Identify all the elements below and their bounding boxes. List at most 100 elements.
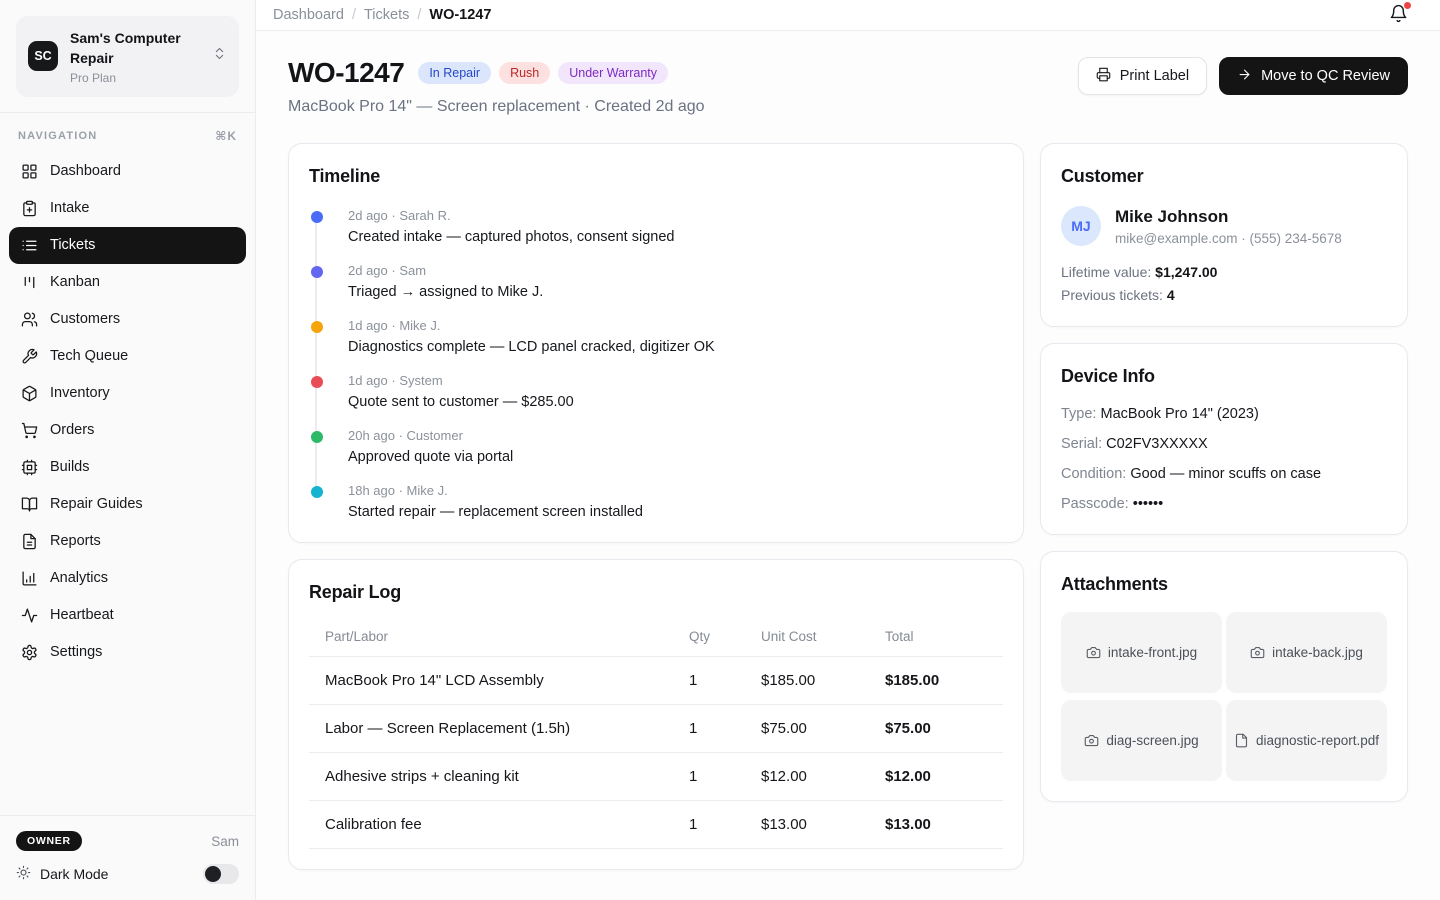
package-icon	[21, 385, 38, 402]
owner-name: Sam	[211, 834, 239, 849]
sidebar-item-heartbeat[interactable]: Heartbeat	[9, 597, 246, 634]
customer-title: Customer	[1061, 166, 1387, 187]
cell-unit: $12.00	[761, 753, 885, 800]
tickets-icon	[21, 237, 38, 254]
timeline-list: 2d ago · Sarah R.Created intake — captur…	[309, 208, 1003, 520]
repair-log-table: Part/LaborQtyUnit CostTotalMacBook Pro 1…	[309, 617, 1003, 849]
sidebar-item-tickets[interactable]: Tickets	[9, 227, 246, 264]
device-field-label: Passcode:	[1061, 496, 1129, 512]
sidebar-item-label: Builds	[50, 459, 90, 475]
settings-icon	[21, 644, 38, 661]
repair-log-title: Repair Log	[309, 582, 1003, 603]
sidebar-item-intake[interactable]: Intake	[9, 190, 246, 227]
device-field-serial: Serial: C02FV3XXXXX	[1061, 436, 1387, 452]
sidebar-item-label: Customers	[50, 311, 120, 327]
sidebar-item-orders[interactable]: Orders	[9, 412, 246, 449]
status-badge-in-repair: In Repair	[418, 62, 491, 84]
device-field-value: MacBook Pro 14" (2023)	[1101, 406, 1259, 422]
column-header-qty: Qty	[689, 617, 761, 656]
cell-part: Adhesive strips + cleaning kit	[309, 753, 689, 800]
column-header-part-labor: Part/Labor	[309, 617, 689, 656]
timeline-text: Diagnostics complete — LCD panel cracked…	[348, 339, 1003, 355]
attachment-name: diag-screen.jpg	[1106, 733, 1198, 748]
camera-icon	[1084, 733, 1099, 748]
nav-shortcut: ⌘K	[215, 129, 237, 143]
page-title: WO-1247	[288, 57, 404, 89]
device-field-value: Good — minor scuffs on case	[1130, 466, 1321, 482]
sun-icon	[16, 865, 31, 883]
table-header-row: Part/LaborQtyUnit CostTotal	[309, 617, 1003, 657]
cell-qty: 1	[689, 705, 761, 752]
file-icon	[1234, 733, 1249, 748]
page-header: WO-1247 In Repair Rush Under Warranty MacB…	[256, 31, 1440, 116]
org-plan: Pro Plan	[70, 71, 200, 85]
device-field-label: Condition:	[1061, 466, 1126, 482]
cell-total: $12.00	[885, 753, 1003, 800]
device-field-type: Type: MacBook Pro 14" (2023)	[1061, 406, 1387, 422]
sidebar-item-tech-queue[interactable]: Tech Queue	[9, 338, 246, 375]
customer-contact: mike@example.com · (555) 234-5678	[1115, 231, 1342, 246]
heartbeat-icon	[21, 607, 38, 624]
sidebar-item-customers[interactable]: Customers	[9, 301, 246, 338]
timeline-event: 2d ago · SamTriaged → assigned to Mike J…	[310, 263, 1003, 300]
sidebar-item-inventory[interactable]: Inventory	[9, 375, 246, 412]
sidebar-item-settings[interactable]: Settings	[9, 634, 246, 671]
timeline-event: 2d ago · Sarah R.Created intake — captur…	[310, 208, 1003, 245]
breadcrumb-separator: /	[352, 7, 356, 23]
dark-mode-toggle[interactable]	[203, 864, 239, 884]
timeline-dot	[311, 211, 323, 223]
status-badge-under-warranty: Under Warranty	[558, 62, 668, 84]
timeline-dot	[311, 376, 323, 388]
sidebar-item-reports[interactable]: Reports	[9, 523, 246, 560]
move-to-qc-button[interactable]: Move to QC Review	[1219, 57, 1408, 95]
timeline-dot	[311, 486, 323, 498]
owner-badge: OWNER	[16, 831, 82, 851]
timeline-dot	[311, 321, 323, 333]
timeline-dot	[311, 266, 323, 278]
sidebar-item-kanban[interactable]: Kanban	[9, 264, 246, 301]
cell-qty: 1	[689, 753, 761, 800]
attachment-tile-intake-back-jpg[interactable]: intake-back.jpg	[1226, 612, 1387, 693]
sidebar-item-analytics[interactable]: Analytics	[9, 560, 246, 597]
table-row: Calibration fee1$13.00$13.00	[309, 801, 1003, 849]
sidebar-item-builds[interactable]: Builds	[9, 449, 246, 486]
status-badge-rush: Rush	[499, 62, 550, 84]
breadcrumb-item-dashboard[interactable]: Dashboard	[273, 7, 344, 23]
attachment-tile-intake-front-jpg[interactable]: intake-front.jpg	[1061, 612, 1222, 693]
main-area: Dashboard/Tickets/WO-1247 WO-1247 In Rep…	[256, 0, 1440, 900]
timeline-meta: 1d ago · Mike J.	[348, 318, 1003, 333]
customer-avatar: MJ	[1061, 206, 1101, 246]
timeline-meta: 2d ago · Sarah R.	[348, 208, 1003, 223]
timeline-text: Triaged → assigned to Mike J.	[348, 284, 1003, 300]
timeline-text: Approved quote via portal	[348, 449, 1003, 465]
dashboard-icon	[21, 163, 38, 180]
device-field-value: C02FV3XXXXX	[1106, 436, 1208, 452]
sidebar-nav: DashboardIntakeTicketsKanban Customers Tec…	[0, 153, 255, 671]
attachment-tile-diagnostic-report-pdf[interactable]: diagnostic-report.pdf	[1226, 700, 1387, 781]
device-info-card: Device Info Type: MacBook Pro 14" (2023)…	[1040, 343, 1408, 535]
attachment-tile-diag-screen-jpg[interactable]: diag-screen.jpg	[1061, 700, 1222, 781]
timeline-text: Started repair — replacement screen inst…	[348, 504, 1003, 520]
notifications-button[interactable]	[1385, 0, 1412, 30]
cell-part: Labor — Screen Replacement (1.5h)	[309, 705, 689, 752]
sidebar-item-label: Analytics	[50, 570, 108, 586]
print-label-button[interactable]: Print Label	[1078, 57, 1207, 95]
attachment-name: diagnostic-report.pdf	[1256, 733, 1379, 748]
sidebar-footer: OWNER Sam Dark Mode	[0, 815, 255, 900]
org-avatar: SC	[28, 41, 58, 71]
sidebar: SC Sam's Computer Repair Pro Plan NAVIGA…	[0, 0, 256, 900]
timeline-event: 20h ago · CustomerApproved quote via por…	[310, 428, 1003, 465]
timeline-text: Quote sent to customer — $285.00	[348, 394, 1003, 410]
analytics-icon	[21, 570, 38, 587]
lifetime-value: Lifetime value: $1,247.00	[1061, 262, 1387, 282]
page-subtitle: MacBook Pro 14" — Screen replacement · C…	[288, 98, 705, 116]
sidebar-item-repair-guides[interactable]: Repair Guides	[9, 486, 246, 523]
status-badges: In Repair Rush Under Warranty	[418, 62, 668, 84]
wrench-icon	[21, 348, 38, 365]
org-selector[interactable]: SC Sam's Computer Repair Pro Plan	[16, 16, 239, 97]
breadcrumb-item-tickets[interactable]: Tickets	[364, 7, 409, 23]
timeline-event: 18h ago · Mike J.Started repair — replac…	[310, 483, 1003, 520]
attachments-card: Attachments intake-front.jpgintake-back.…	[1040, 551, 1408, 802]
notification-dot	[1404, 2, 1411, 9]
sidebar-item-dashboard[interactable]: Dashboard	[9, 153, 246, 190]
